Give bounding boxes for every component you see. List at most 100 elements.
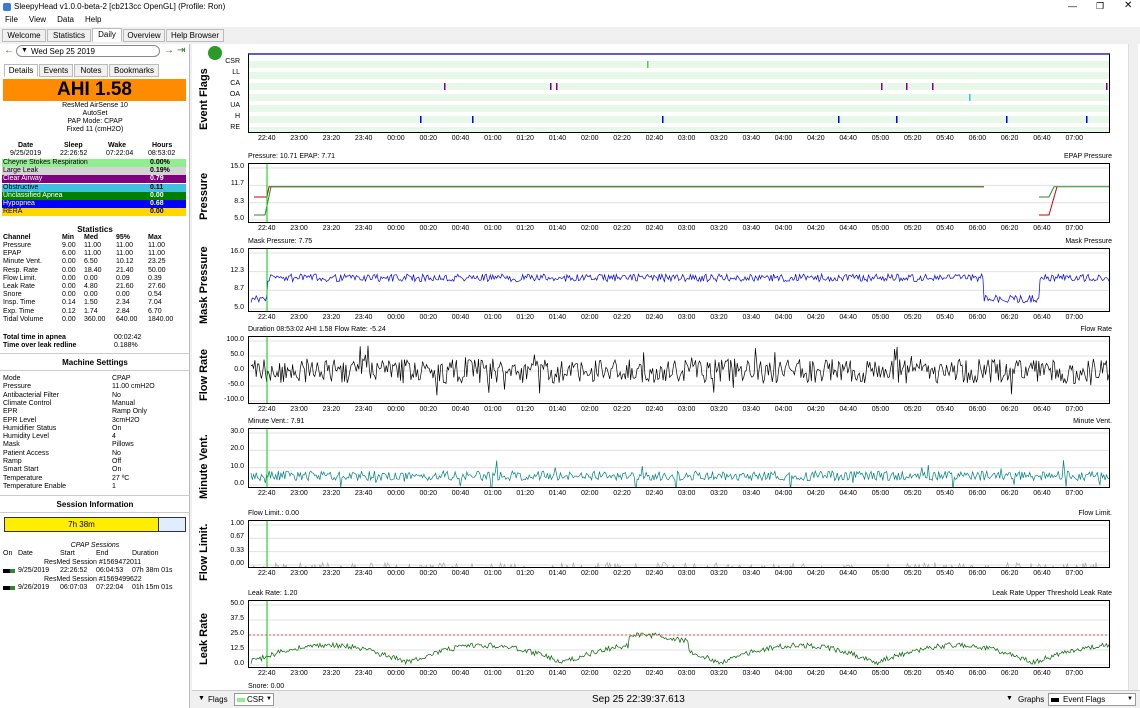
menu-file[interactable]: File: [5, 15, 18, 24]
session-row[interactable]: 9/26/2019 06:07:03 07:22:04 01h 15m 01s: [2, 584, 186, 592]
close-button[interactable]: ✕: [1124, 0, 1132, 11]
event-flags-swatch: [1051, 698, 1059, 702]
x-tick-label: 03:40: [742, 225, 761, 232]
x-tick-label: 05:20: [904, 406, 922, 413]
menu-view[interactable]: View: [29, 15, 46, 24]
x-tick-label: 05:00: [871, 670, 890, 677]
stats-cell: Resp. Rate: [3, 266, 39, 274]
app-icon: [3, 3, 11, 11]
x-tick-label: 02:20: [613, 570, 631, 577]
flag-mark: [881, 83, 883, 90]
graph-plot-flow[interactable]: [248, 336, 1110, 404]
subtab-notes[interactable]: Notes: [74, 64, 108, 77]
tab-help-browser[interactable]: Help Browser: [166, 29, 224, 42]
last-day-arrow-icon[interactable]: ⇥: [177, 45, 185, 56]
csr-select[interactable]: CSR ▼: [234, 693, 274, 706]
x-tick-label: 03:20: [710, 135, 728, 142]
index-value: 0.19%: [150, 167, 170, 175]
index-value: 0.79: [150, 175, 164, 183]
index-row: Cheyne Stokes Respiration 0.00%: [2, 159, 186, 167]
y-tick-label: 8.7: [234, 285, 244, 293]
x-tick-label: 01:00: [484, 135, 502, 142]
flags-label[interactable]: Flags: [208, 695, 228, 704]
pin-icon[interactable]: [208, 46, 222, 60]
x-tick-label: 02:00: [581, 225, 599, 232]
x-tick-label: 05:40: [936, 314, 954, 321]
session-segment[interactable]: 7h 38m: [5, 518, 159, 531]
session-row[interactable]: 9/25/2019 22:26:52 06:04:53 07h 38m 01s: [2, 567, 186, 575]
x-tick-label: 01:40: [548, 570, 567, 577]
x-tick-label: 06:20: [1000, 406, 1019, 413]
setting-row: Pressure 11.00 cmH2O: [2, 383, 186, 391]
maximize-button[interactable]: ❐: [1096, 1, 1104, 12]
flag-mark: [662, 116, 664, 123]
session-timeline-bar[interactable]: 7h 38m: [4, 517, 186, 532]
x-tick-label: 22:40: [258, 314, 276, 321]
subtab-events[interactable]: Events: [39, 64, 73, 77]
flag-mark: [1006, 116, 1008, 123]
pap-mode: PAP Mode: CPAP: [67, 118, 123, 125]
graphs-label[interactable]: Graphs: [1018, 695, 1044, 704]
stats-cell: Exp. Time: [3, 307, 35, 315]
graph-plot-pressure[interactable]: [248, 163, 1110, 223]
stats-cell: Minute Vent.: [3, 258, 42, 266]
index-name: Unclassified Apnea: [3, 191, 63, 199]
stats-row: Exp. Time 0.12 1.74 2.84 6.70: [2, 308, 186, 316]
graphs-dropdown-icon[interactable]: ▼: [1006, 695, 1013, 702]
total-apnea-value: 00:02:42: [114, 334, 142, 341]
graph-plot-flowlim[interactable]: [248, 520, 1110, 568]
graph-plot-mask[interactable]: [248, 248, 1110, 312]
vertical-scrollbar[interactable]: [1128, 44, 1138, 690]
flags-dropdown-icon[interactable]: ▼: [198, 695, 205, 702]
stats-cell: 6.00: [62, 250, 76, 258]
event-flags-select[interactable]: Event Flags ▼: [1048, 693, 1136, 706]
tab-statistics[interactable]: Statistics: [47, 29, 91, 42]
stats-cell: 11.00: [84, 250, 101, 258]
x-tick-label: 00:40: [451, 314, 470, 321]
sleep-header-date: Date: [18, 142, 34, 149]
menu-data[interactable]: Data: [57, 15, 74, 24]
session-header: On Date Start End Duration: [2, 550, 186, 558]
flag-band: [249, 72, 1109, 79]
total-apnea-row: Total time in apnea 00:02:42: [2, 334, 186, 342]
x-tick-label: 05:20: [904, 135, 922, 142]
tab-welcome[interactable]: Welcome: [2, 29, 46, 42]
stats-cell: Insp. Time: [3, 299, 36, 307]
sleep-hours: 08:53:02: [148, 150, 176, 157]
index-value: 0.11: [150, 183, 164, 191]
stats-cell: 6.70: [148, 307, 162, 315]
session-header-start: Start: [60, 550, 75, 557]
graph-plot-flags[interactable]: [248, 53, 1110, 133]
setting-row: Patient Access No: [2, 450, 186, 458]
flag-mark: [932, 83, 934, 90]
minimize-button[interactable]: —: [1068, 1, 1077, 11]
x-tick-label: 05:00: [871, 135, 890, 142]
session-start: 22:26:52: [60, 567, 88, 574]
tab-daily[interactable]: Daily: [92, 28, 122, 42]
graph-plot-leak[interactable]: [248, 600, 1110, 668]
date-selector[interactable]: ▼ Wed Sep 25 2019: [16, 45, 160, 57]
next-day-arrow-icon[interactable]: →: [164, 45, 174, 56]
x-tick-label: 23:20: [322, 670, 341, 677]
graph-caption-pressure: Pressure: 10.71 EPAP: 7.71: [248, 153, 336, 160]
stats-cell: 640.00: [116, 315, 138, 323]
x-tick-label: 03:40: [742, 570, 761, 577]
x-tick-label: 02:40: [645, 135, 664, 142]
session-name-row: ResMed Session #1569499622: [2, 576, 186, 584]
stats-cell: 9.00: [62, 242, 76, 249]
stats-cell: Pressure: [3, 242, 32, 249]
x-tick-label: 23:20: [322, 406, 341, 413]
stats-cell: 23.25: [148, 258, 166, 266]
subtab-details[interactable]: Details: [4, 64, 38, 77]
graph-plot-minvent[interactable]: [248, 428, 1110, 488]
menu-help[interactable]: Help: [85, 15, 101, 24]
x-tick-label: 23:40: [354, 406, 373, 413]
graph-svg-flow: [249, 337, 1109, 403]
divider: [0, 370, 190, 371]
x-tick-label: 01:20: [516, 135, 534, 142]
tab-overview[interactable]: Overview: [123, 29, 165, 42]
subtab-bookmarks[interactable]: Bookmarks: [109, 64, 159, 77]
series-line: [250, 632, 1109, 666]
prev-day-arrow-icon[interactable]: ←: [4, 45, 14, 56]
graph-legend-pressure: EPAP Pressure: [1064, 153, 1112, 160]
